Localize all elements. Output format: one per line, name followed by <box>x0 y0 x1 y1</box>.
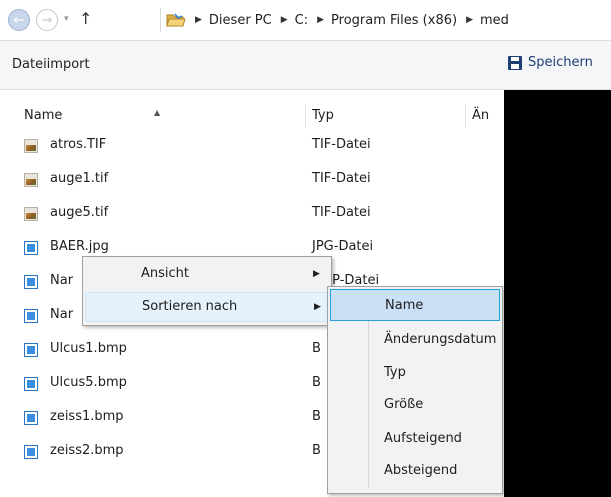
file-name: auge5.tif <box>50 205 109 220</box>
submenu-item-label: Änderungsdatum <box>384 332 497 347</box>
submenu-item-typ[interactable]: Typ <box>330 357 500 389</box>
tif-file-icon <box>24 139 38 153</box>
submenu-item-label: Größe <box>384 397 424 412</box>
image-file-icon <box>24 309 38 323</box>
file-name: atros.TIF <box>50 137 107 152</box>
file-name: auge1.tif <box>50 171 109 186</box>
chevron-right-icon[interactable]: ▶ <box>281 15 288 25</box>
file-name: Ulcus1.bmp <box>50 341 127 356</box>
save-button[interactable]: Speichern <box>508 55 593 70</box>
submenu-item-label: Name <box>385 298 424 313</box>
breadcrumb-item[interactable]: med <box>480 13 509 28</box>
column-headers: Name ▲ Typ Än <box>10 104 504 128</box>
file-type: B <box>312 443 321 458</box>
tif-file-icon <box>24 207 38 221</box>
file-row[interactable]: atros.TIF TIF-Datei <box>10 130 504 164</box>
save-label: Speichern <box>528 55 593 70</box>
file-type: TIF-Datei <box>312 171 371 186</box>
file-row[interactable]: auge5.tif TIF-Datei <box>10 198 504 232</box>
tif-file-icon <box>24 173 38 187</box>
image-file-icon <box>24 445 38 459</box>
file-name: zeiss1.bmp <box>50 409 124 424</box>
column-header-date[interactable]: Än <box>472 104 489 128</box>
image-file-icon <box>24 377 38 391</box>
save-icon <box>508 55 522 70</box>
submenu-item-aufsteigend[interactable]: Aufsteigend <box>330 423 500 455</box>
context-menu: Ansicht ▶ Sortieren nach ▶ <box>82 256 332 326</box>
file-type: TIF-Datei <box>312 137 371 152</box>
arrow-up-icon: ↑ <box>79 9 93 28</box>
submenu-item-name[interactable]: Name <box>330 289 500 321</box>
sort-ascending-icon: ▲ <box>154 108 161 117</box>
breadcrumb-item[interactable]: C: <box>295 13 308 28</box>
file-name: Nar <box>50 273 74 288</box>
chevron-right-icon[interactable]: ▶ <box>195 15 202 25</box>
chevron-right-icon[interactable]: ▶ <box>466 15 473 25</box>
folder-icon <box>166 12 186 28</box>
image-file-icon <box>24 241 38 255</box>
chevron-right-icon[interactable]: ▶ <box>317 15 324 25</box>
submenu-arrow-icon: ▶ <box>313 269 320 279</box>
up-button[interactable]: ↑ <box>79 9 92 28</box>
submenu-item-aenderungsdatum[interactable]: Änderungsdatum <box>330 324 500 356</box>
command-bar: Dateiimport Speichern <box>0 41 611 90</box>
column-divider[interactable] <box>465 104 466 128</box>
submenu-item-absteigend[interactable]: Absteigend <box>330 455 500 487</box>
arrow-right-icon: → <box>41 12 53 28</box>
column-divider[interactable] <box>305 104 306 128</box>
file-type: B <box>312 409 321 424</box>
submenu-item-groesse[interactable]: Größe <box>330 389 500 421</box>
chevron-down-icon: ▾ <box>64 14 69 24</box>
recent-locations-button[interactable]: ▾ <box>64 14 69 24</box>
submenu-item-label: Absteigend <box>384 463 458 478</box>
breadcrumb[interactable]: ▶ Dieser PC ▶ C: ▶ Program Files (x86) ▶… <box>160 8 611 32</box>
dialog-title: Dateiimport <box>12 57 90 72</box>
menu-item-label: Sortieren nach <box>142 299 238 314</box>
file-name: BAER.jpg <box>50 239 109 254</box>
file-name: Nar <box>50 307 74 322</box>
file-name: zeiss2.bmp <box>50 443 124 458</box>
menu-item-ansicht[interactable]: Ansicht ▶ <box>85 260 329 290</box>
file-type: JPG-Datei <box>312 239 374 254</box>
menu-item-label: Ansicht <box>141 266 190 281</box>
menu-item-sortieren-nach[interactable]: Sortieren nach ▶ <box>85 292 329 322</box>
preview-pane <box>504 90 611 497</box>
file-type: TIF-Datei <box>312 205 371 220</box>
column-header-name[interactable]: Name <box>24 104 62 128</box>
file-type: B <box>312 341 321 356</box>
arrow-left-icon: ← <box>13 12 25 28</box>
file-type: B <box>312 375 321 390</box>
submenu-item-label: Typ <box>384 365 406 380</box>
sort-submenu: Name Änderungsdatum Typ Größe Aufsteigen… <box>327 286 503 494</box>
image-file-icon <box>24 343 38 357</box>
file-row[interactable]: auge1.tif TIF-Datei <box>10 164 504 198</box>
column-header-type[interactable]: Typ <box>312 104 334 128</box>
address-bar: ← → ▾ ↑ ▶ Dieser PC ▶ C: ▶ Program Files… <box>0 0 611 41</box>
breadcrumb-item[interactable]: Program Files (x86) <box>331 13 457 28</box>
image-file-icon <box>24 275 38 289</box>
image-file-icon <box>24 411 38 425</box>
forward-button[interactable]: → <box>36 9 58 31</box>
file-name: Ulcus5.bmp <box>50 375 127 390</box>
submenu-arrow-icon: ▶ <box>314 302 321 312</box>
submenu-item-label: Aufsteigend <box>384 431 462 446</box>
back-button[interactable]: ← <box>8 9 30 31</box>
breadcrumb-item[interactable]: Dieser PC <box>209 13 272 28</box>
